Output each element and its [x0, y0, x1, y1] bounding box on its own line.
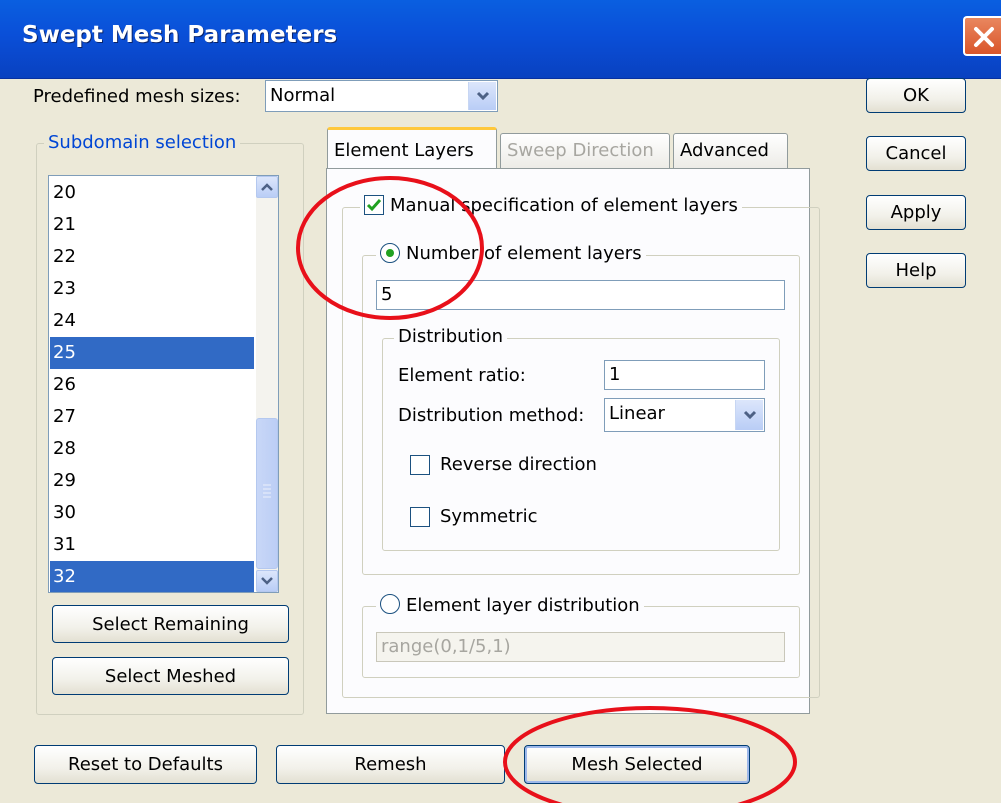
- list-item[interactable]: 32: [50, 561, 254, 592]
- chevron-down-icon[interactable]: [468, 82, 496, 110]
- swept-mesh-dialog: Swept Mesh Parameters Predefined mesh si…: [0, 0, 1001, 803]
- chevron-up-icon: [261, 183, 273, 191]
- list-scrollbar[interactable]: [256, 176, 278, 592]
- list-item[interactable]: 23: [50, 273, 254, 305]
- subdomain-list[interactable]: 20 21 22 23 24 25 26 27 28 29 30 31 32: [48, 175, 279, 593]
- help-button[interactable]: Help: [866, 253, 966, 288]
- window-title: Swept Mesh Parameters: [22, 22, 338, 48]
- scroll-thumb[interactable]: [256, 418, 278, 569]
- reverse-direction-label: Reverse direction: [440, 454, 597, 475]
- chevron-down-icon: [261, 577, 273, 585]
- mesh-sizes-label: Predefined mesh sizes:: [33, 86, 241, 107]
- layer-distribution-input[interactable]: range(0,1/5,1): [376, 632, 785, 662]
- list-item[interactable]: 28: [50, 433, 254, 465]
- distribution-method-select[interactable]: Linear: [604, 398, 765, 432]
- tab-advanced[interactable]: Advanced: [673, 133, 788, 169]
- list-item[interactable]: 20: [50, 177, 254, 209]
- list-item[interactable]: 27: [50, 401, 254, 433]
- close-icon: [974, 27, 994, 47]
- list-item[interactable]: 22: [50, 241, 254, 273]
- list-item[interactable]: 21: [50, 209, 254, 241]
- element-ratio-input[interactable]: 1: [604, 360, 765, 390]
- symmetric-label: Symmetric: [440, 506, 538, 527]
- mesh-selected-button[interactable]: Mesh Selected: [524, 745, 750, 784]
- list-item[interactable]: 26: [50, 369, 254, 401]
- distribution-title: Distribution: [394, 326, 508, 347]
- number-layers-label: Number of element layers: [406, 243, 642, 264]
- close-button[interactable]: [963, 16, 1001, 56]
- number-layers-legend: Number of element layers: [376, 243, 646, 264]
- radio-dot-icon: [386, 249, 394, 257]
- distribution-method-value: Linear: [609, 403, 665, 424]
- cancel-button[interactable]: Cancel: [866, 136, 966, 171]
- scroll-down-button[interactable]: [256, 570, 278, 592]
- number-layers-input[interactable]: 5: [376, 280, 785, 310]
- list-item[interactable]: 30: [50, 497, 254, 529]
- ok-button[interactable]: OK: [866, 78, 966, 113]
- select-remaining-button[interactable]: Select Remaining: [52, 605, 289, 643]
- select-meshed-button[interactable]: Select Meshed: [52, 657, 289, 695]
- remesh-button[interactable]: Remesh: [276, 745, 505, 784]
- reverse-direction-checkbox[interactable]: [410, 455, 430, 475]
- mesh-sizes-value: Normal: [270, 85, 336, 106]
- distribution-method-label: Distribution method:: [398, 405, 585, 426]
- symmetric-checkbox[interactable]: [410, 507, 430, 527]
- number-layers-radio[interactable]: [380, 243, 400, 263]
- layer-distribution-legend: Element layer distribution: [376, 594, 644, 616]
- list-item[interactable]: 24: [50, 305, 254, 337]
- list-item[interactable]: 31: [50, 529, 254, 561]
- tab-element-layers[interactable]: Element Layers: [327, 127, 497, 169]
- manual-spec-label: Manual specification of element layers: [390, 195, 738, 216]
- element-ratio-label: Element ratio:: [398, 365, 526, 386]
- manual-spec-checkbox[interactable]: [364, 195, 384, 215]
- list-item[interactable]: 25: [50, 337, 254, 369]
- tab-sweep-direction[interactable]: Sweep Direction: [500, 133, 670, 169]
- title-bar[interactable]: Swept Mesh Parameters: [0, 0, 1001, 79]
- layer-distribution-radio[interactable]: [380, 594, 400, 614]
- scroll-up-button[interactable]: [256, 176, 278, 198]
- grip-icon: [263, 484, 271, 498]
- list-item[interactable]: 29: [50, 465, 254, 497]
- layer-distribution-label: Element layer distribution: [406, 595, 640, 616]
- apply-button[interactable]: Apply: [866, 195, 966, 230]
- mesh-sizes-select[interactable]: Normal: [265, 80, 498, 112]
- chevron-down-icon[interactable]: [735, 400, 763, 430]
- manual-spec-legend: Manual specification of element layers: [360, 195, 742, 216]
- subdomain-group-title: Subdomain selection: [44, 132, 241, 153]
- reset-defaults-button[interactable]: Reset to Defaults: [34, 745, 257, 784]
- checkmark-icon: [366, 199, 382, 212]
